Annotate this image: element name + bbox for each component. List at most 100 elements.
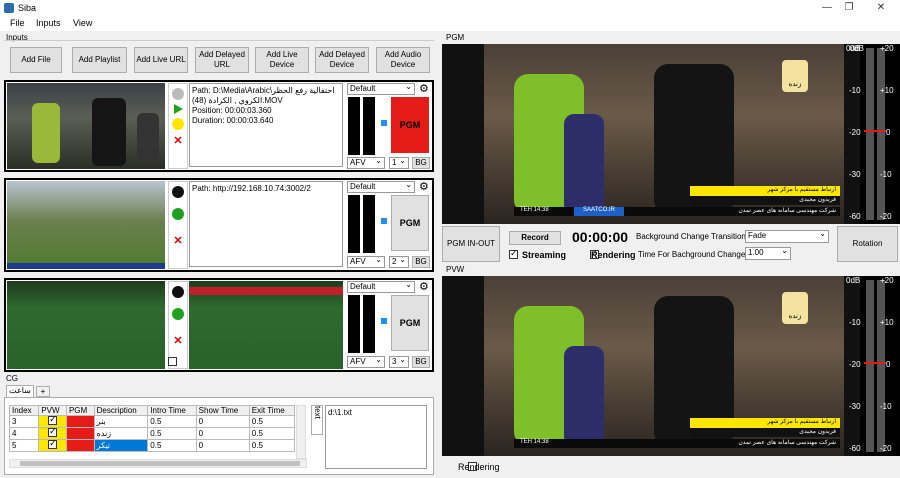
minimize-icon[interactable]: — xyxy=(820,2,834,14)
pgm-button-3[interactable]: PGM xyxy=(391,295,429,351)
rotation-button[interactable]: Rotation xyxy=(837,226,898,262)
restore-icon[interactable]: ❐ xyxy=(842,2,856,14)
pgm-button-1[interactable]: PGM xyxy=(391,97,429,153)
db-0: 0dB xyxy=(846,44,861,53)
bg-transition-select[interactable]: Fade xyxy=(745,229,829,243)
preset-combo-2[interactable]: Default xyxy=(347,180,415,193)
input-controls-3: ✕ xyxy=(168,281,188,369)
site-label: SAATCO.IR xyxy=(574,207,624,216)
remove-icon[interactable]: ✕ xyxy=(169,134,187,147)
divider xyxy=(4,40,434,41)
col-pgm[interactable]: PGM xyxy=(65,405,95,416)
pgm-cell[interactable] xyxy=(65,415,95,428)
pgm-button-2[interactable]: PGM xyxy=(391,195,429,251)
pgm-in-out-button[interactable]: PGM IN-OUT xyxy=(442,226,500,262)
input-thumbnail-3[interactable] xyxy=(7,281,165,369)
input-position: Position: 00:00:03.360 xyxy=(192,106,272,115)
remove-icon[interactable]: ✕ xyxy=(169,234,187,247)
record-button[interactable]: Record xyxy=(509,231,561,245)
col-intro-time[interactable]: Intro Time xyxy=(147,405,197,416)
input-number-combo-1[interactable]: 1 xyxy=(389,156,409,169)
input-thumbnail-1[interactable] xyxy=(7,83,165,169)
gear-icon[interactable]: ⚙ xyxy=(419,280,429,293)
add-audio-device-button[interactable]: Add Audio Device xyxy=(376,47,430,73)
add-live-url-button[interactable]: Add Live URL xyxy=(134,47,188,73)
menu-file[interactable]: File xyxy=(10,18,25,28)
pvw-checkbox[interactable] xyxy=(48,414,58,425)
pvw-checkbox[interactable] xyxy=(48,426,58,437)
add-file-button[interactable]: Add File xyxy=(10,47,62,73)
volume-slider-thumb[interactable] xyxy=(381,218,387,224)
db-30: -30 xyxy=(849,170,861,179)
volume-slider-thumb[interactable] xyxy=(381,120,387,126)
play-dot-icon[interactable] xyxy=(172,208,184,220)
title-bar xyxy=(0,0,900,17)
bg-button-2[interactable]: BG xyxy=(412,256,430,268)
afv-combo-1[interactable]: AFV xyxy=(347,156,385,169)
volume-slider-thumb[interactable] xyxy=(381,318,387,324)
pgm-cell[interactable] xyxy=(65,427,95,440)
play-icon[interactable] xyxy=(173,104,183,114)
input-duration: Duration: 00:00:03.640 xyxy=(192,116,274,125)
row-index: 4 xyxy=(8,427,40,440)
add-delayed-device-button[interactable]: Add Delayed Device xyxy=(315,47,369,73)
video-frame: زنده ارتباط مستقیم با مرکز شهر فریدون مج… xyxy=(484,44,844,224)
row-index: 3 xyxy=(8,415,40,428)
ticker-bar: شرکت مهندسی سامانه های عصر تمدن xyxy=(514,439,840,448)
input-thumbnail-2[interactable] xyxy=(7,181,165,269)
preset-combo-3[interactable]: Default xyxy=(347,280,415,293)
col-description[interactable]: Description xyxy=(93,405,149,416)
text-tab[interactable]: text xyxy=(311,405,323,435)
bg-time-stepper[interactable]: 1.00 xyxy=(745,246,791,260)
add-tab-button[interactable]: + xyxy=(36,386,50,397)
menu-view[interactable]: View xyxy=(73,18,92,28)
col-show-time[interactable]: Show Time xyxy=(195,405,250,416)
input-controls-1: ✕ xyxy=(168,83,188,169)
rendering-label: Rendering xyxy=(591,250,636,260)
menu-inputs[interactable]: Inputs xyxy=(36,18,61,28)
record-dot-icon[interactable] xyxy=(172,88,184,100)
gear-icon[interactable]: ⚙ xyxy=(419,82,429,95)
gear-icon[interactable]: ⚙ xyxy=(419,180,429,193)
record-dot-icon[interactable] xyxy=(172,286,184,298)
add-playlist-button[interactable]: Add Playlist xyxy=(72,47,127,73)
col-index[interactable]: Index xyxy=(8,405,40,416)
audio-meter-right xyxy=(363,195,375,253)
input-number-combo-2[interactable]: 2 xyxy=(389,255,409,268)
record-dot-icon[interactable] xyxy=(172,186,184,198)
close-icon[interactable]: ✕ xyxy=(874,2,888,14)
clock-label: TEH 14:38 xyxy=(520,439,549,445)
col-exit-time[interactable]: Exit Time xyxy=(248,405,296,416)
pgm-cell[interactable] xyxy=(65,439,95,452)
input-number-combo-3[interactable]: 3 xyxy=(389,355,409,368)
bg-button-1[interactable]: BG xyxy=(412,157,430,169)
pvw-checkbox[interactable] xyxy=(48,438,58,449)
scrollbar-thumb[interactable] xyxy=(20,461,300,466)
preset-combo-1[interactable]: Default xyxy=(347,82,415,95)
db-zero: 0 xyxy=(886,128,891,137)
afv-combo-3[interactable]: AFV xyxy=(347,355,385,368)
live-badge: زنده xyxy=(782,60,808,92)
text-file-field[interactable]: d:\1.txt xyxy=(325,405,427,469)
afv-combo-2[interactable]: AFV xyxy=(347,255,385,268)
pvw-cell[interactable] xyxy=(38,438,67,452)
input-checkbox-3[interactable] xyxy=(168,357,177,366)
lower-third-text1: ارتباط مستقیم با مرکز شهر xyxy=(690,186,840,196)
add-delayed-url-button[interactable]: Add Delayed URL xyxy=(195,47,249,73)
pgm-meter-panel xyxy=(860,44,900,224)
pvw-video: زنده ارتباط مستقیم با مرکز شهر فریدون مج… xyxy=(442,276,860,456)
streaming-checkbox[interactable] xyxy=(509,248,518,259)
vertical-scrollbar[interactable] xyxy=(296,405,306,459)
play-dot-icon[interactable] xyxy=(172,308,184,320)
row-exit: 0.5 xyxy=(248,415,296,428)
cg-tab[interactable]: ساعت xyxy=(6,385,34,397)
add-live-device-button[interactable]: Add Live Device xyxy=(255,47,309,73)
table-row[interactable]: 5 تیکر 0.5 0 0.5 xyxy=(8,438,296,452)
horizontal-scrollbar[interactable] xyxy=(9,459,307,468)
input-path: Path: http://192.168.10.74:3002/2 xyxy=(192,184,311,193)
pgm-video: زنده ارتباط مستقیم با مرکز شهر فریدون مج… xyxy=(442,44,860,224)
bg-button-3[interactable]: BG xyxy=(412,356,430,368)
remove-icon[interactable]: ✕ xyxy=(169,334,187,347)
pause-dot-icon[interactable] xyxy=(172,118,184,130)
pvw-rendering-label: Rendering xyxy=(458,462,500,472)
